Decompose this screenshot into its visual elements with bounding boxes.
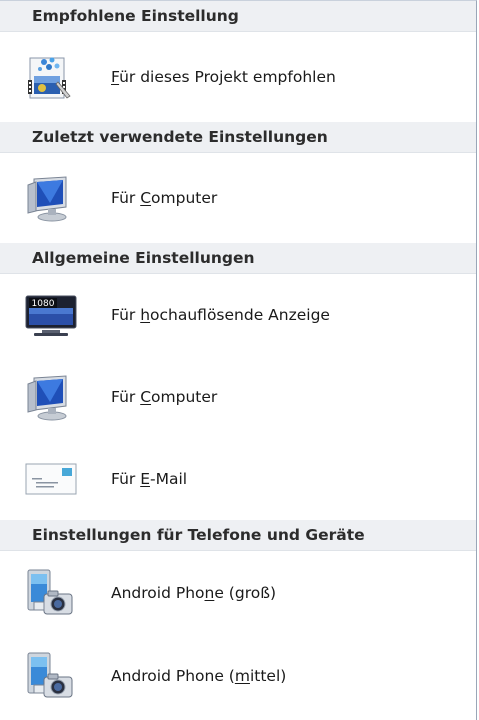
menu-item-recent-computer[interactable]: Für Computer (0, 153, 476, 243)
menu-item-label: Für hochauflösende Anzeige (111, 306, 330, 324)
export-settings-menu: Empfohlene Einstellung Für dieses Projek… (0, 0, 477, 720)
android-phone-camera-icon (22, 568, 80, 618)
computer-monitor-icon (22, 173, 80, 223)
menu-item-email[interactable]: Für E-Mail (0, 438, 476, 520)
menu-item-label: Android Phone (mittel) (111, 667, 287, 685)
menu-item-label: Android Phone (groß) (111, 584, 277, 602)
menu-item-label: Für dieses Projekt empfohlen (111, 68, 336, 86)
menu-item-computer[interactable]: Für Computer (0, 356, 476, 438)
menu-item-label: Für Computer (111, 388, 218, 406)
video-project-icon (22, 52, 80, 102)
android-phone-camera-icon (22, 651, 80, 701)
menu-item-project-recommended[interactable]: Für dieses Projekt empfohlen (0, 32, 476, 122)
menu-item-label: Für E-Mail (111, 470, 188, 488)
section-header-recommended: Empfohlene Einstellung (0, 1, 476, 32)
email-envelope-icon (22, 454, 80, 504)
section-header-phones-devices: Einstellungen für Telefone und Geräte (0, 520, 476, 551)
hd-badge-text: 1080 (32, 299, 55, 309)
hd-display-1080-icon: 1080 (22, 290, 80, 340)
menu-item-android-large[interactable]: Android Phone (groß) (0, 551, 476, 635)
section-header-recent: Zuletzt verwendete Einstellungen (0, 122, 476, 153)
computer-monitor-icon (22, 372, 80, 422)
menu-item-label: Für Computer (111, 189, 218, 207)
section-header-general: Allgemeine Einstellungen (0, 243, 476, 274)
menu-item-hd-display[interactable]: 1080 Für hochauflösende Anzeige (0, 274, 476, 356)
menu-item-android-medium[interactable]: Android Phone (mittel) (0, 635, 476, 717)
